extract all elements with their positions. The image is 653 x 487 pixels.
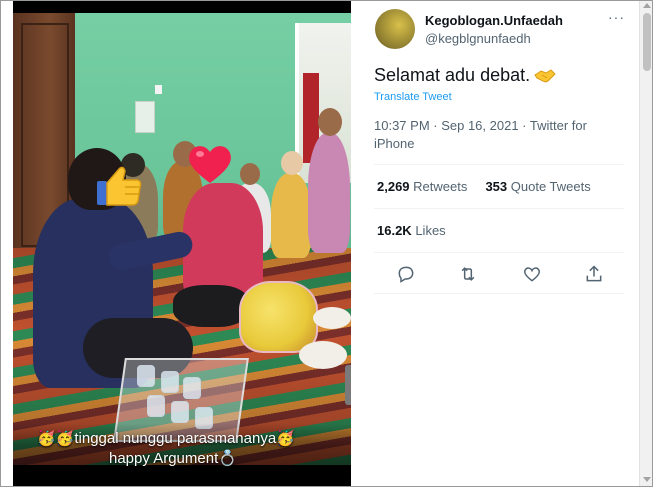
author-handle[interactable]: @kegblgnunfaedh	[425, 31, 531, 46]
tweet-viewer-window: 🥳🥳tinggal nunggu parasmananya🥳 happy Arg…	[0, 0, 653, 487]
divider	[374, 208, 624, 209]
tweet-photo[interactable]	[13, 13, 351, 465]
heart-emoji-icon	[189, 146, 231, 183]
photo-guest	[308, 133, 350, 253]
retweets-stat[interactable]: 2,269 Retweets	[377, 179, 467, 194]
quote-tweets-stat[interactable]: 353 Quote Tweets	[485, 179, 590, 194]
engagement-stats: 2,269 Retweets 353 Quote Tweets	[377, 179, 591, 194]
photo-plate	[313, 307, 351, 329]
scrollbar-thumb[interactable]	[643, 13, 651, 71]
handshake-emoji-icon	[534, 69, 556, 83]
divider	[374, 164, 624, 165]
share-icon	[586, 265, 602, 282]
scroll-down-arrow-icon[interactable]	[643, 477, 651, 482]
photo-wall-sign	[135, 101, 155, 133]
photo-fruit-basket	[239, 281, 318, 353]
divider	[374, 293, 624, 294]
translate-tweet-link[interactable]: Translate Tweet	[374, 91, 452, 103]
likes-stat[interactable]: 16.2K Likes	[377, 223, 446, 238]
thumbs-up-emoji-icon	[97, 166, 142, 206]
photo-caption-line: happy Argument💍	[109, 450, 237, 467]
photo-plate	[299, 341, 347, 369]
retweet-icon	[461, 267, 475, 281]
media-pane: 🥳🥳tinggal nunggu parasmananya🥳 happy Arg…	[13, 1, 351, 486]
share-button[interactable]	[581, 261, 607, 287]
photo-caption-line: 🥳🥳tinggal nunggu parasmananya🥳	[37, 430, 295, 447]
reply-icon	[398, 266, 414, 283]
photo-light-switch	[155, 85, 162, 94]
more-options-icon[interactable]: ···	[608, 9, 625, 25]
like-icon	[523, 267, 541, 282]
vertical-scrollbar[interactable]	[639, 1, 652, 486]
avatar[interactable]	[375, 9, 415, 49]
author-display-name[interactable]: Kegoblogan.Unfaedah	[425, 13, 563, 28]
like-button[interactable]	[519, 261, 545, 287]
reply-button[interactable]	[393, 261, 419, 287]
tweet-timestamp[interactable]: 10:37 PM · Sep 16, 2021 · Twitter for iP…	[374, 117, 604, 153]
tweet-pane: Kegoblogan.Unfaedah @kegblgnunfaedh ··· …	[351, 1, 639, 486]
divider	[374, 252, 624, 253]
tweet-text: Selamat adu debat.	[374, 65, 556, 86]
scroll-up-arrow-icon[interactable]	[643, 3, 651, 8]
photo-guest	[271, 173, 311, 258]
retweet-button[interactable]	[455, 261, 481, 287]
